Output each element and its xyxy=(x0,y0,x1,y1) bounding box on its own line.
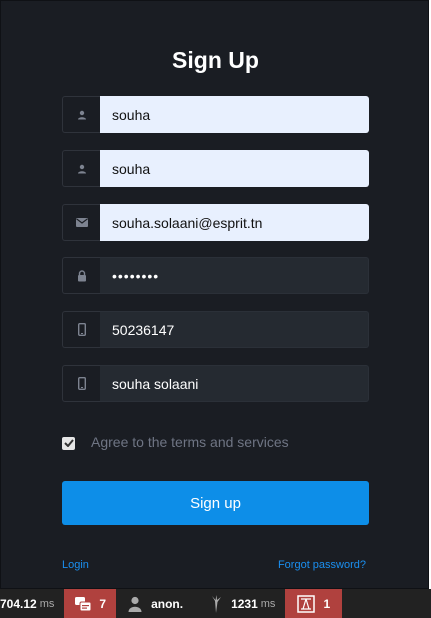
phone-icon xyxy=(62,311,100,348)
toolbar-time[interactable]: 704.12 ms xyxy=(0,589,64,618)
user-icon xyxy=(62,96,100,133)
password-group xyxy=(62,257,369,294)
page-title: Sign Up xyxy=(172,47,259,73)
toolbar-errors[interactable]: 1 xyxy=(285,589,343,618)
request-time-value: 704.12 xyxy=(0,596,37,611)
toolbar-user[interactable]: anon. xyxy=(116,589,195,618)
forgot-password-link[interactable]: Forgot password? xyxy=(278,559,366,571)
toolbar-username: anon. xyxy=(151,596,184,611)
checkmark-icon xyxy=(63,439,74,447)
terms-row: Agree to the terms and services xyxy=(62,434,289,450)
phone-input[interactable] xyxy=(100,311,369,348)
envelope-icon xyxy=(62,204,100,241)
terms-checkbox[interactable] xyxy=(62,436,75,450)
toolbar-memory[interactable]: 1231 ms xyxy=(195,589,285,618)
log-count: 7 xyxy=(99,596,107,611)
phone-group xyxy=(62,311,369,348)
full-name-group xyxy=(62,365,369,402)
memory-value: 1231 xyxy=(231,596,258,611)
email-group xyxy=(62,204,369,241)
last-name-group xyxy=(62,150,369,187)
first-name-input[interactable] xyxy=(100,96,369,133)
error-icon xyxy=(297,594,316,613)
full-name-input[interactable] xyxy=(100,365,369,402)
logs-icon xyxy=(75,596,92,611)
debug-toolbar: 704.12 ms 7 anon. 1231 ms 1 xyxy=(0,589,431,618)
toolbar-logs[interactable]: 7 xyxy=(64,589,117,618)
login-link[interactable]: Login xyxy=(62,559,89,571)
last-name-input[interactable] xyxy=(100,150,369,187)
first-name-group xyxy=(62,96,369,133)
signup-card: Sign Up souha souha souha.solaani@esprit… xyxy=(0,0,429,589)
terms-label[interactable]: Agree to the terms and services xyxy=(91,434,289,450)
memory-icon xyxy=(212,594,222,613)
user-icon xyxy=(62,150,100,187)
error-count: 1 xyxy=(323,596,331,611)
phone-icon xyxy=(62,365,100,402)
lock-icon xyxy=(62,257,100,294)
password-input[interactable] xyxy=(100,257,369,294)
sign-up-button[interactable]: Sign up xyxy=(62,481,369,525)
request-time-unit: ms xyxy=(39,597,55,610)
user-icon xyxy=(128,596,142,612)
memory-unit: ms xyxy=(260,597,276,610)
email-input[interactable] xyxy=(100,204,369,241)
